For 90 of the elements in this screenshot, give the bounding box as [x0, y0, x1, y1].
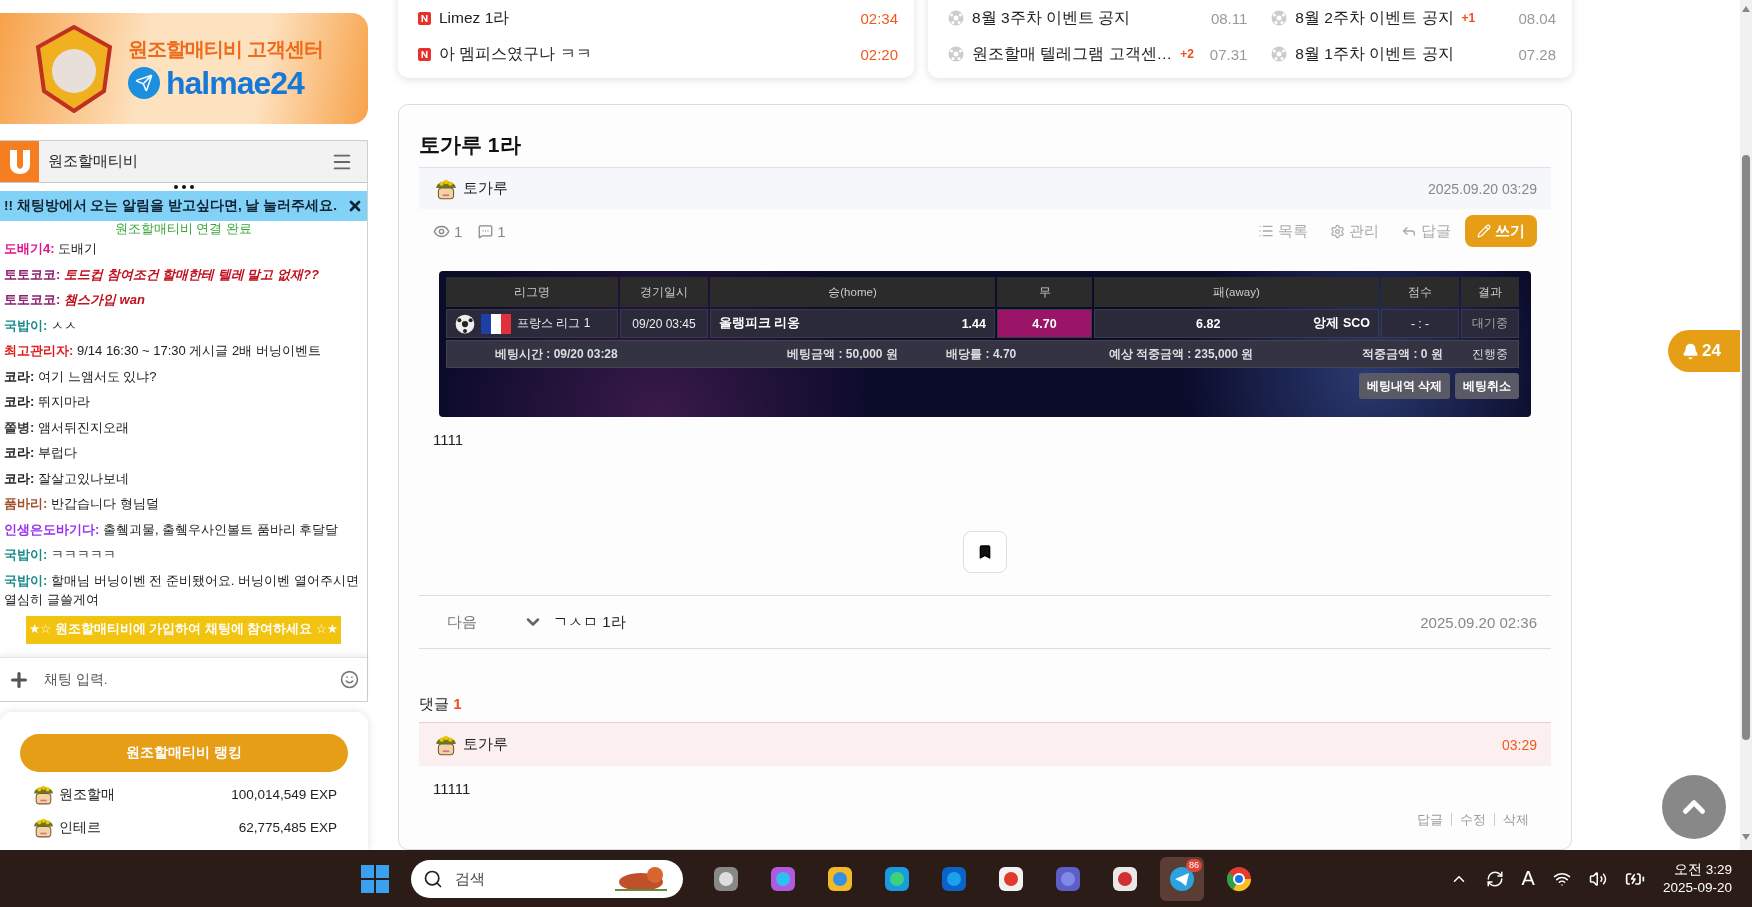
flag-icon: [481, 313, 511, 334]
post-date: 2025.09.20 03:29: [1428, 180, 1537, 197]
sync-icon[interactable]: [1485, 869, 1504, 888]
bell-icon: [1682, 342, 1699, 360]
chat-message: 국밥이: 할매님 버닝이벤 전 준비됐어요. 버닝이벤 열어주시면 열심히 글쓸게여: [4, 571, 360, 609]
chat-message: 국밥이: ㅅㅅ: [4, 316, 78, 335]
support-banner[interactable]: 원조할매티비 고객센터 halmae24: [0, 13, 368, 124]
gear-icon: [1330, 223, 1345, 239]
chat-title: 원조할매티비: [48, 152, 139, 171]
send-icon: [128, 67, 160, 99]
chat-message: 코라: 뛰지마라: [4, 393, 91, 411]
chat-message: 국밥이: ㅋㅋㅋㅋㅋ: [4, 546, 117, 564]
column-header: 리그명: [446, 277, 618, 307]
soccer-ball-icon: [948, 46, 964, 62]
soccer-ball-icon: [455, 313, 475, 334]
notification-notice[interactable]: !! 채팅방에서 오는 알림을 받고싶다면, 날 눌러주세요.: [0, 191, 367, 221]
comment-time: 03:29: [1501, 736, 1537, 753]
rank-exp: 100,014,549 EXP: [231, 787, 337, 802]
windows-start-icon[interactable]: [360, 863, 390, 894]
post-body: 1111: [433, 431, 465, 450]
league-cell: 프랑스 리그 1: [446, 309, 618, 338]
score-cell: - : -: [1381, 309, 1459, 338]
shield-emblem-icon: [34, 24, 114, 113]
unread-badge: 86: [1186, 858, 1202, 872]
post-title: 토가루 1라: [419, 132, 522, 158]
notice-item[interactable]: 8월 3주차 이벤트 공지 08.11: [948, 0, 1248, 36]
column-header: 승(home): [710, 277, 995, 307]
news-item[interactable]: Limez 1라 02:34: [418, 0, 898, 36]
chat-message: 인생은도바기다: 출췤괴물, 출췤우사인볼트 품바리 후달달: [4, 520, 340, 539]
volume-icon[interactable]: [1588, 869, 1607, 888]
rank-name: 인테르: [59, 818, 102, 837]
chat-message: 코라: 잘살고있나보네: [4, 469, 130, 488]
new-badge-icon: [418, 47, 431, 61]
join-banner: ★☆ 원조할매티비에 가입하여 채팅에 참여하세요 ☆★: [25, 616, 342, 644]
chat-message: 최고관리자: 9/14 16:30 ~ 17:30 게시글 2배 버닝이벤트: [4, 342, 322, 360]
news-item[interactable]: 아 멤피스였구나 ㅋㅋ 02:20: [418, 36, 898, 72]
active-app-tile[interactable]: 86: [1160, 856, 1204, 901]
banner-title: 원조할매티비 고객센터: [128, 36, 323, 62]
bet-info-bar: 베팅시간 : 09/20 03:28 베팅금액 : 50,000 원 배당률 : 4.70 예상 적중금액 : 235,000 원 적중금액 : 0 원 진행중: [446, 340, 1519, 368]
new-badge-icon: [418, 11, 431, 25]
rank-name: 원조할매: [59, 785, 116, 804]
notice-item[interactable]: 8월 1주차 이벤트 공지 07.28: [1271, 36, 1556, 72]
input-method-indicator[interactable]: A: [1521, 867, 1535, 890]
column-header: 패(away): [1094, 277, 1379, 307]
bookmark-button[interactable]: [963, 531, 1007, 573]
soccer-ball-icon: [1271, 46, 1288, 62]
list-icon: [1258, 223, 1274, 239]
odds-cell[interactable]: 올랭피크 리옹 1.44: [710, 309, 995, 338]
chat-message: 도배기4: 도배기: [4, 240, 99, 258]
column-header: 점수: [1381, 277, 1459, 307]
odds-cell[interactable]: 4.70: [997, 309, 1092, 338]
comment-icon: [478, 223, 494, 239]
notice-item[interactable]: 원조할매 텔레그램 고객센… +2 07.31: [948, 36, 1248, 72]
column-header: 경기일시: [620, 277, 708, 307]
view-count: 1: [433, 222, 463, 240]
soccer-ball-icon: [948, 10, 964, 26]
comment-count: 1: [478, 222, 506, 240]
bet-action-button[interactable]: 베팅내역 삭제: [1358, 373, 1450, 399]
emoji-button[interactable]: [340, 670, 359, 689]
odds-cell[interactable]: 6.82 앙제 SCO: [1094, 309, 1379, 338]
chat-message: 토토코코: 토드컵 참여조건 할매한테 텔레 말고 없재??: [4, 265, 320, 284]
chat-message: 코라: 여기 느앰서도 있냐?: [4, 367, 158, 386]
rank-exp: 62,775,485 EXP: [238, 820, 337, 835]
scrollbar[interactable]: [1740, 0, 1752, 850]
bookmark-icon: [977, 544, 993, 560]
match-time-cell: 09/20 03:45: [620, 309, 708, 338]
chat-message: 품바리: 반갑습니다 형님덜: [4, 495, 160, 513]
pencil-icon: [1477, 224, 1491, 238]
next-post-link[interactable]: 다음 ㄱㅅㅁ 1라 2025.09.20 02:36: [419, 595, 1551, 649]
banner-handle: halmae24: [166, 64, 304, 102]
result-cell: 대기중: [1461, 309, 1519, 338]
smile-icon: [340, 670, 359, 689]
connection-status: 원조할매티비 연결 완료: [113, 221, 254, 236]
search-icon: [423, 868, 443, 889]
author-name: 토가루: [463, 179, 509, 198]
soccer-ball-icon: [1271, 10, 1288, 26]
chat-message: 코라: 부럽다: [4, 444, 78, 462]
bet-action-button[interactable]: 베팅취소: [1455, 373, 1519, 399]
taskbar-clock[interactable]: 오전 3:29 2025-09-20: [1662, 860, 1732, 897]
comments-heading: 댓글 1: [419, 695, 463, 714]
chat-message: 토토코코: 챔스가입 wan: [4, 291, 146, 309]
column-header: 무: [997, 277, 1092, 307]
column-header: 결과: [1461, 277, 1519, 307]
comment-author: 토가루: [463, 735, 509, 754]
comment-body: 11111: [433, 780, 472, 797]
notice-item[interactable]: 8월 2주차 이벤트 공지 +1 08.04: [1271, 0, 1556, 36]
team-name: 앙제 SCO: [1313, 315, 1370, 332]
close-icon[interactable]: [347, 198, 363, 214]
team-name: 올랭피크 리옹: [719, 315, 801, 332]
chat-message: 쫄병: 앰서뒤진지오래: [4, 418, 130, 437]
